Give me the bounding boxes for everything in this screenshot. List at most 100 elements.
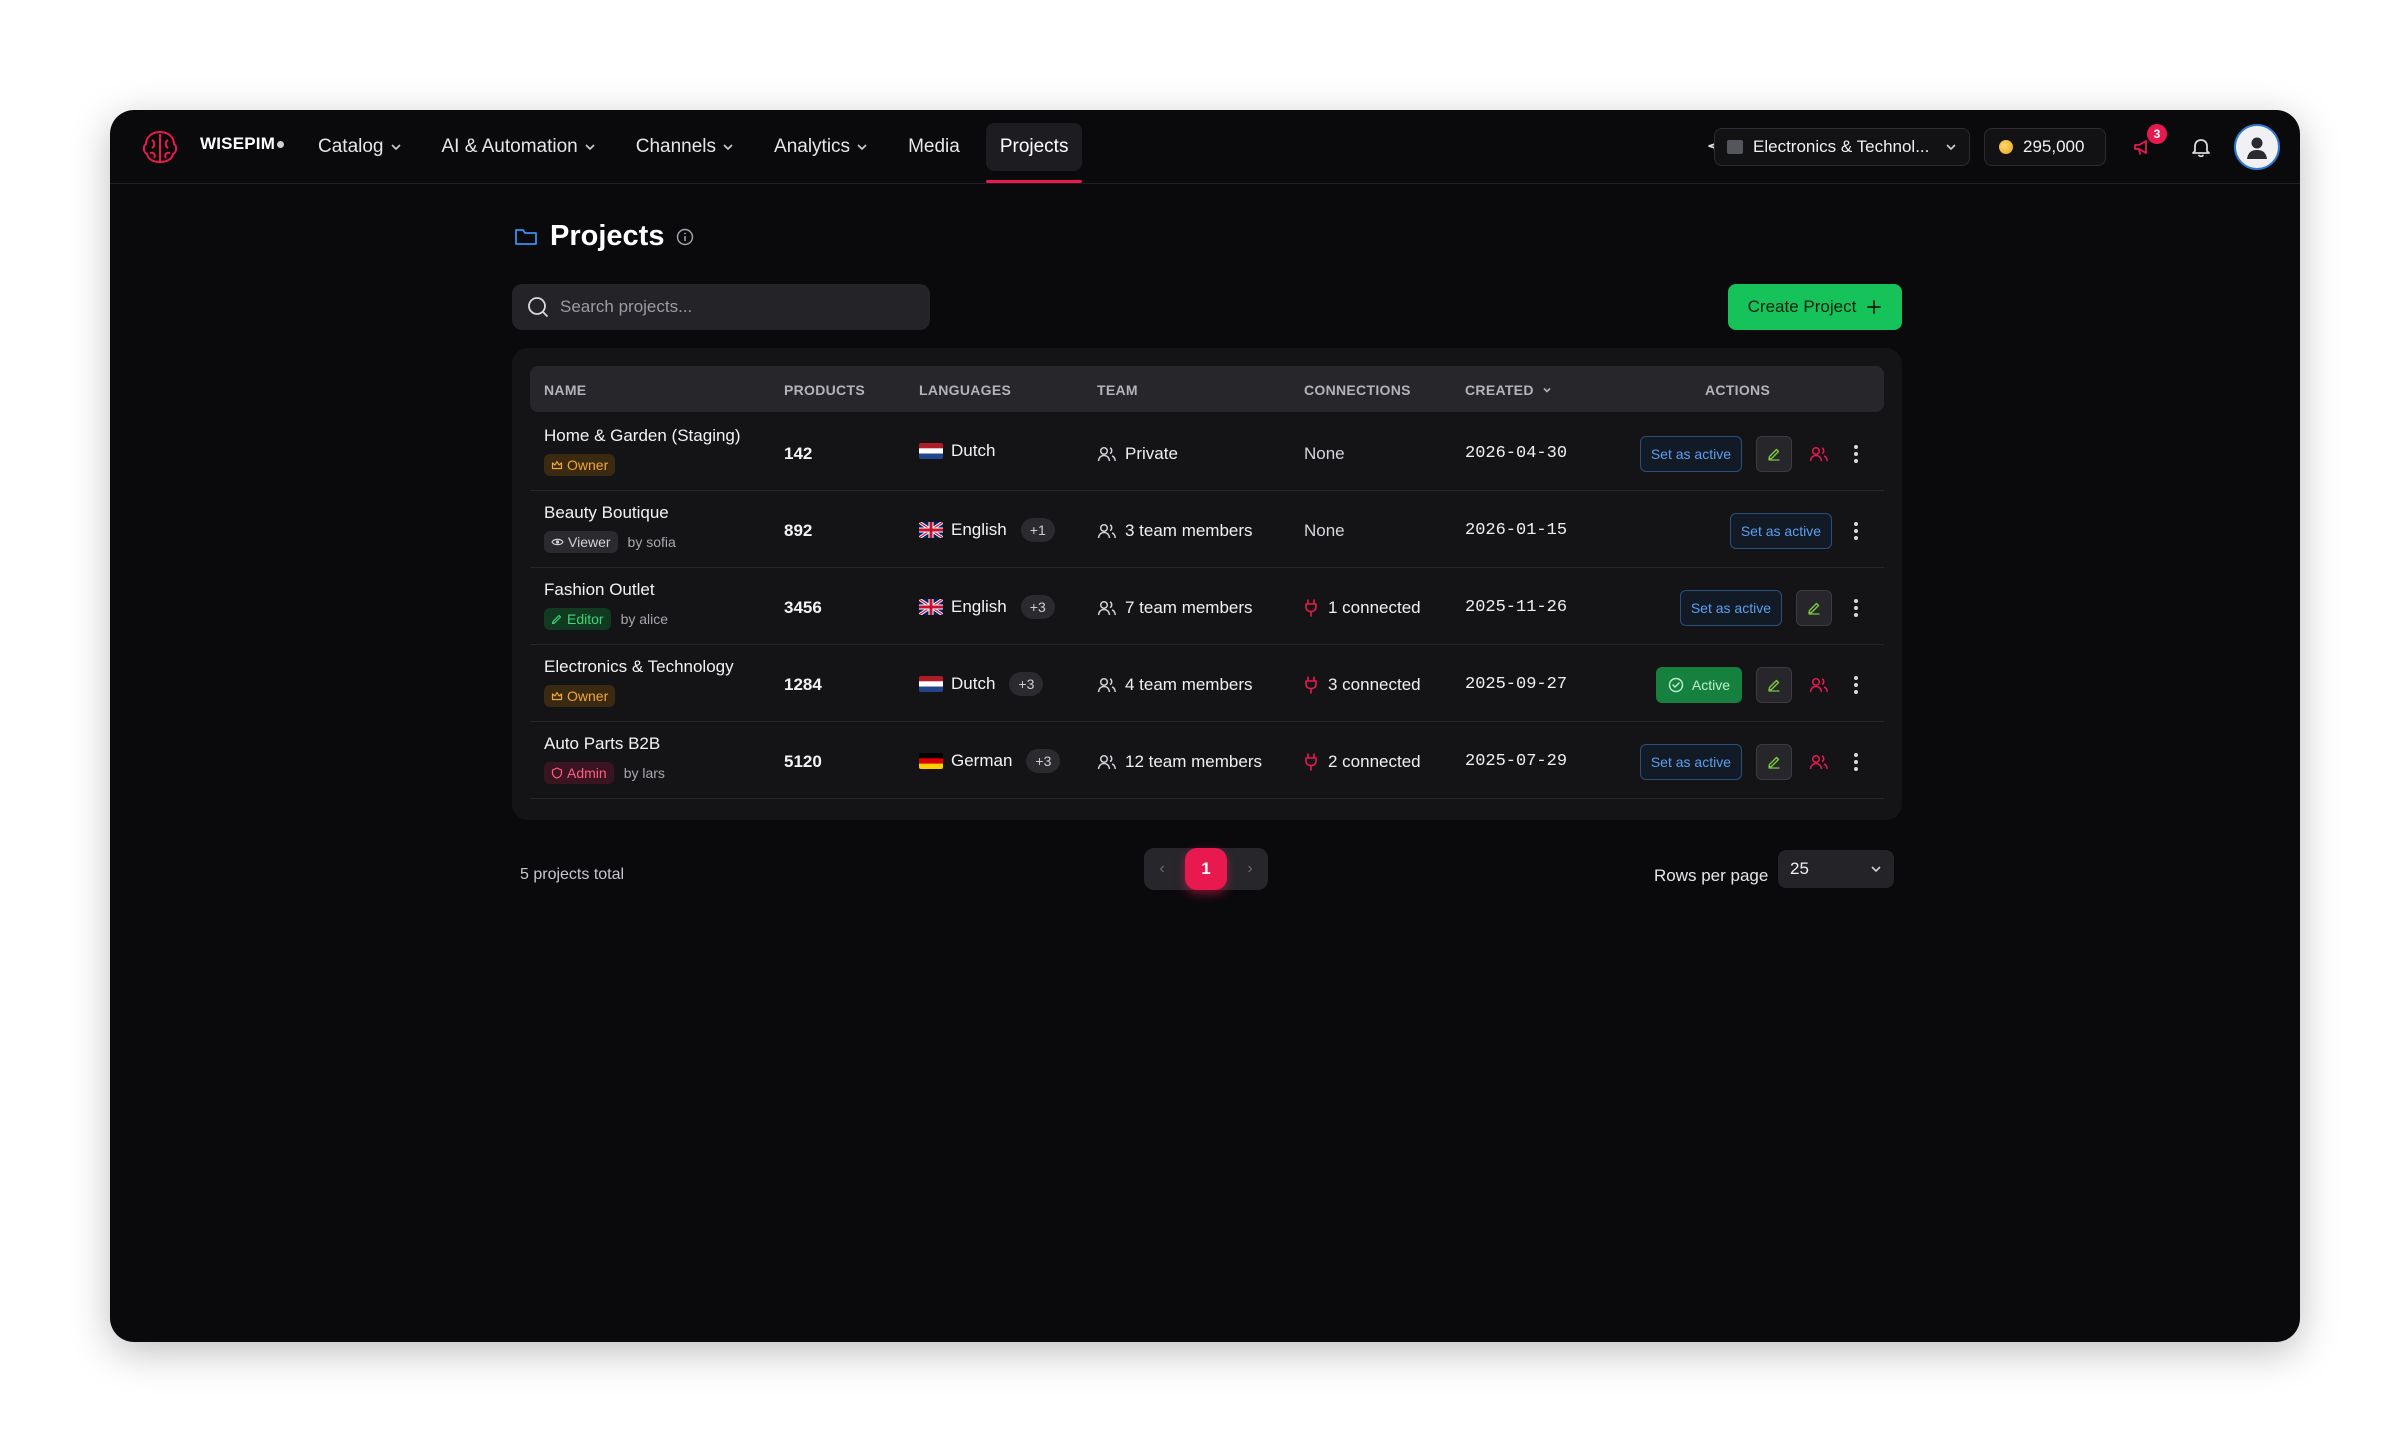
nav-catalog[interactable]: Catalog	[304, 123, 416, 171]
role-badge-admin: Admin	[544, 762, 614, 784]
chevron-down-icon	[857, 144, 867, 151]
pencil-icon	[551, 614, 562, 625]
nav-ai-automation-label: AI & Automation	[441, 136, 578, 157]
extra-languages-badge[interactable]: +1	[1020, 518, 1055, 542]
team-cell: 7 team members	[1097, 598, 1253, 618]
chevron-right-icon[interactable]: ›	[1240, 860, 1260, 878]
role-badge-editor: Editor	[544, 608, 611, 630]
page-button-current[interactable]: 1	[1185, 848, 1227, 890]
edit-button[interactable]	[1756, 667, 1792, 703]
language-name: Dutch	[951, 441, 996, 460]
project-name[interactable]: Fashion Outlet	[544, 580, 655, 600]
created-date: 2025-09-27	[1465, 675, 1568, 694]
connections-label: 2 connected	[1328, 752, 1421, 771]
notification-count-badge: 3	[2147, 124, 2167, 144]
bell-icon[interactable]	[2186, 132, 2216, 162]
search-icon	[528, 297, 548, 317]
projects-table: NAME PRODUCTS LANGUAGES TEAM CONNECTIONS…	[512, 348, 1902, 820]
table-row[interactable]: Auto Parts B2B Admin by lars 5120 German…	[530, 722, 1884, 799]
edit-button[interactable]	[1756, 744, 1792, 780]
more-options-icon[interactable]	[1846, 516, 1866, 546]
rows-per-page-value: 25	[1790, 859, 1809, 878]
extra-languages-badge[interactable]: +3	[1020, 595, 1055, 619]
chevron-left-icon[interactable]: ‹	[1152, 860, 1172, 878]
nav-ai-automation[interactable]: AI & Automation	[428, 123, 610, 171]
set-as-active-button[interactable]: Set as active	[1639, 744, 1742, 780]
user-avatar[interactable]	[2234, 124, 2280, 170]
active-label: Active	[1691, 677, 1730, 693]
header-connections[interactable]: CONNECTIONS	[1304, 382, 1411, 398]
row-actions: Set as active	[1679, 590, 1866, 626]
project-name[interactable]: Home & Garden (Staging)	[544, 426, 741, 446]
more-options-icon[interactable]	[1846, 747, 1866, 777]
manage-team-button[interactable]	[1806, 749, 1832, 775]
nav-media[interactable]: Media	[894, 123, 974, 171]
set-as-active-button[interactable]: Set as active	[1639, 436, 1742, 472]
pencil-icon	[1768, 679, 1780, 692]
rows-per-page-select[interactable]: 25	[1778, 850, 1894, 888]
pencil-icon	[1768, 448, 1780, 461]
brand-name[interactable]: WISEPIM	[200, 134, 285, 154]
role-label: Admin	[567, 765, 607, 781]
folder-icon	[515, 228, 537, 245]
owner-by: by lars	[623, 765, 665, 781]
products-count: 142	[784, 444, 813, 463]
connections-cell: 3 connected	[1304, 675, 1421, 695]
nav-analytics[interactable]: Analytics	[760, 123, 882, 171]
more-options-icon[interactable]	[1846, 593, 1866, 623]
manage-team-button[interactable]	[1806, 441, 1832, 467]
table-row[interactable]: Home & Garden (Staging) Owner 142 Dutch …	[530, 414, 1884, 491]
set-as-active-button[interactable]: Set as active	[1729, 513, 1832, 549]
crown-icon	[551, 691, 563, 701]
active-status-button[interactable]: Active	[1655, 667, 1742, 703]
nav-channels[interactable]: Channels	[622, 123, 748, 171]
store-select[interactable]: Electronics & Technol...	[1714, 128, 1970, 166]
owner-by: by sofia	[627, 534, 676, 550]
role-badge-owner: Owner	[544, 454, 616, 476]
table-row[interactable]: Electronics & Technology Owner 1284 Dutc…	[530, 645, 1884, 722]
check-circle-icon	[1668, 677, 1684, 693]
more-options-icon[interactable]	[1846, 439, 1866, 469]
header-languages[interactable]: LANGUAGES	[919, 382, 1011, 398]
team-cell: 3 team members	[1097, 521, 1253, 541]
products-count: 892	[784, 521, 813, 540]
project-name[interactable]: Electronics & Technology	[544, 657, 734, 677]
nav-channels-label: Channels	[635, 136, 717, 157]
table-row[interactable]: Beauty Boutique Viewer by sofia 892 Engl…	[530, 491, 1884, 568]
users-icon	[1809, 677, 1829, 693]
nav-catalog-label: Catalog	[318, 136, 384, 157]
header-created-label: CREATED	[1465, 382, 1534, 398]
team-cell: 12 team members	[1097, 752, 1262, 772]
edit-button[interactable]	[1796, 590, 1832, 626]
table-row[interactable]: Fashion Outlet Editor by alice 3456 Engl…	[530, 568, 1884, 645]
users-icon	[1097, 600, 1117, 616]
search-input[interactable]	[560, 297, 900, 317]
row-actions: Set as active	[1639, 436, 1866, 472]
header-team[interactable]: TEAM	[1097, 382, 1138, 398]
extra-languages-badge[interactable]: +3	[1026, 749, 1061, 773]
edit-button[interactable]	[1756, 436, 1792, 472]
set-as-active-button[interactable]: Set as active	[1679, 590, 1782, 626]
manage-team-button[interactable]	[1806, 672, 1832, 698]
nav-projects[interactable]: Projects	[985, 123, 1083, 183]
header-products[interactable]: PRODUCTS	[784, 382, 865, 398]
pencil-icon	[1808, 602, 1820, 615]
created-date: 2025-07-29	[1465, 752, 1568, 771]
project-name[interactable]: Beauty Boutique	[544, 503, 669, 523]
project-name[interactable]: Auto Parts B2B	[544, 734, 660, 754]
plug-icon	[1305, 599, 1317, 617]
header-created[interactable]: CREATED	[1465, 382, 1552, 398]
connections-label: None	[1304, 521, 1345, 540]
role-label: Viewer	[568, 534, 611, 550]
more-options-icon[interactable]	[1846, 670, 1866, 700]
page-header: Projects	[514, 220, 694, 253]
brain-logo-icon[interactable]	[140, 128, 180, 166]
users-icon	[1809, 446, 1829, 462]
chevron-down-icon	[390, 144, 401, 151]
create-project-button[interactable]: Create Project	[1728, 284, 1902, 330]
credits-display[interactable]: 295,000	[1984, 128, 2106, 166]
extra-languages-badge[interactable]: +3	[1009, 672, 1044, 696]
chevron-down-icon	[1871, 866, 1881, 873]
header-name[interactable]: NAME	[544, 382, 586, 398]
info-icon[interactable]	[676, 228, 694, 246]
